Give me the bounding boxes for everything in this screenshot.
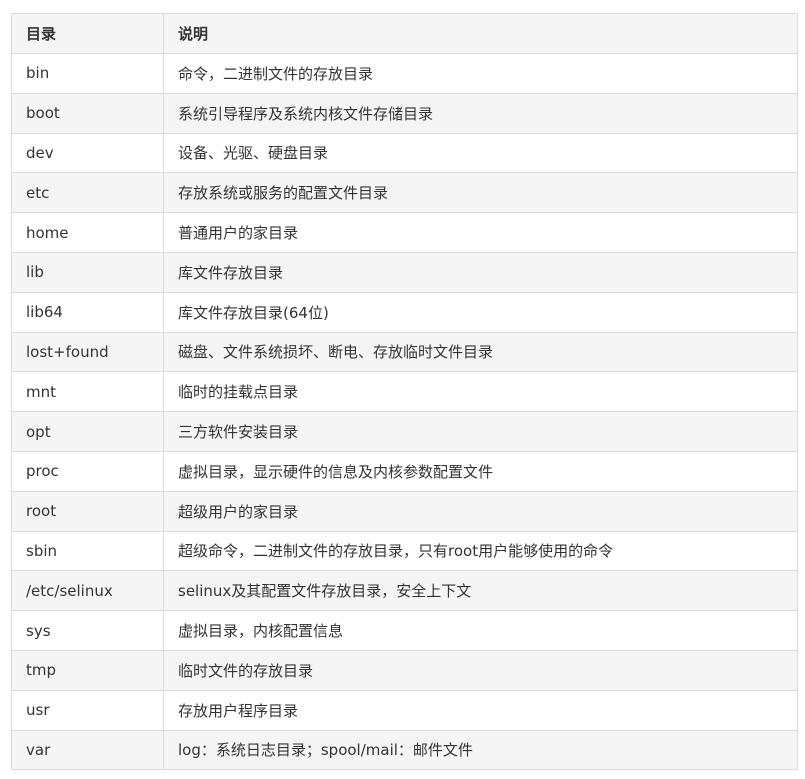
table-row: /etc/selinux selinux及其配置文件存放目录，安全上下文: [11, 570, 798, 612]
table-row: usr 存放用户程序目录: [11, 689, 798, 731]
directory-cell: sys: [11, 610, 164, 651]
directory-cell: bin: [11, 53, 164, 94]
directory-cell: home: [11, 212, 164, 253]
description-cell: 磁盘、文件系统损坏、断电、存放临时文件目录: [163, 331, 798, 373]
table-row: var log：系统日志目录；spool/mail：邮件文件: [11, 729, 798, 771]
table-row: dev 设备、光驱、硬盘目录: [11, 132, 798, 174]
table-row: lib 库文件存放目录: [11, 251, 798, 293]
directory-cell: sbin: [11, 530, 164, 572]
directory-table: 目录 说明 bin 命令，二进制文件的存放目录 boot 系统引导程序及系统内核文件…: [11, 13, 798, 771]
description-cell: 临时的挂载点目录: [163, 371, 798, 413]
directory-cell: /etc/selinux: [11, 570, 164, 612]
directory-cell: mnt: [11, 371, 164, 413]
table-row: home 普通用户的家目录: [11, 212, 798, 253]
directory-cell: lib64: [11, 291, 164, 333]
directory-cell: lost+found: [11, 331, 164, 373]
description-cell: 超级命令，二进制文件的存放目录，只有root用户能够使用的命令: [163, 530, 798, 572]
directory-cell: proc: [11, 450, 164, 492]
directory-cell: opt: [11, 411, 164, 452]
description-cell: selinux及其配置文件存放目录，安全上下文: [163, 570, 798, 612]
table-row: mnt 临时的挂载点目录: [11, 371, 798, 413]
table-row: boot 系统引导程序及系统内核文件存储目录: [11, 92, 798, 134]
table-row: sbin 超级命令，二进制文件的存放目录，只有root用户能够使用的命令: [11, 530, 798, 572]
table-row: tmp 临时文件的存放目录: [11, 649, 798, 691]
description-cell: 存放系统或服务的配置文件目录: [163, 172, 798, 214]
description-cell: 普通用户的家目录: [163, 212, 798, 253]
description-cell: log：系统日志目录；spool/mail：邮件文件: [163, 729, 798, 771]
description-cell: 三方软件安装目录: [163, 411, 798, 452]
description-cell: 设备、光驱、硬盘目录: [163, 132, 798, 174]
description-cell: 命令，二进制文件的存放目录: [163, 53, 798, 94]
directory-cell: lib: [11, 251, 164, 293]
table-row: etc 存放系统或服务的配置文件目录: [11, 172, 798, 214]
description-cell: 存放用户程序目录: [163, 689, 798, 731]
description-cell: 超级用户的家目录: [163, 490, 798, 532]
table-row: root 超级用户的家目录: [11, 490, 798, 532]
directory-cell: dev: [11, 132, 164, 174]
table-row: lost+found 磁盘、文件系统损坏、断电、存放临时文件目录: [11, 331, 798, 373]
description-cell: 临时文件的存放目录: [163, 649, 798, 691]
description-cell: 库文件存放目录(64位): [163, 291, 798, 333]
table-row: sys 虚拟目录，内核配置信息: [11, 610, 798, 651]
description-cell: 系统引导程序及系统内核文件存储目录: [163, 92, 798, 134]
header-description: 说明: [163, 13, 798, 54]
directory-cell: tmp: [11, 649, 164, 691]
description-cell: 虚拟目录，显示硬件的信息及内核参数配置文件: [163, 450, 798, 492]
table-header-row: 目录 说明: [11, 13, 798, 54]
table-row: proc 虚拟目录，显示硬件的信息及内核参数配置文件: [11, 450, 798, 492]
directory-cell: etc: [11, 172, 164, 214]
table-row: bin 命令，二进制文件的存放目录: [11, 53, 798, 94]
directory-cell: var: [11, 729, 164, 771]
header-directory: 目录: [11, 13, 164, 54]
directory-cell: root: [11, 490, 164, 532]
description-cell: 虚拟目录，内核配置信息: [163, 610, 798, 651]
directory-cell: usr: [11, 689, 164, 731]
directory-cell: boot: [11, 92, 164, 134]
table-row: lib64 库文件存放目录(64位): [11, 291, 798, 333]
table-row: opt 三方软件安装目录: [11, 411, 798, 452]
description-cell: 库文件存放目录: [163, 251, 798, 293]
directory-table-container: 目录 说明 bin 命令，二进制文件的存放目录 boot 系统引导程序及系统内核文件…: [11, 13, 798, 771]
